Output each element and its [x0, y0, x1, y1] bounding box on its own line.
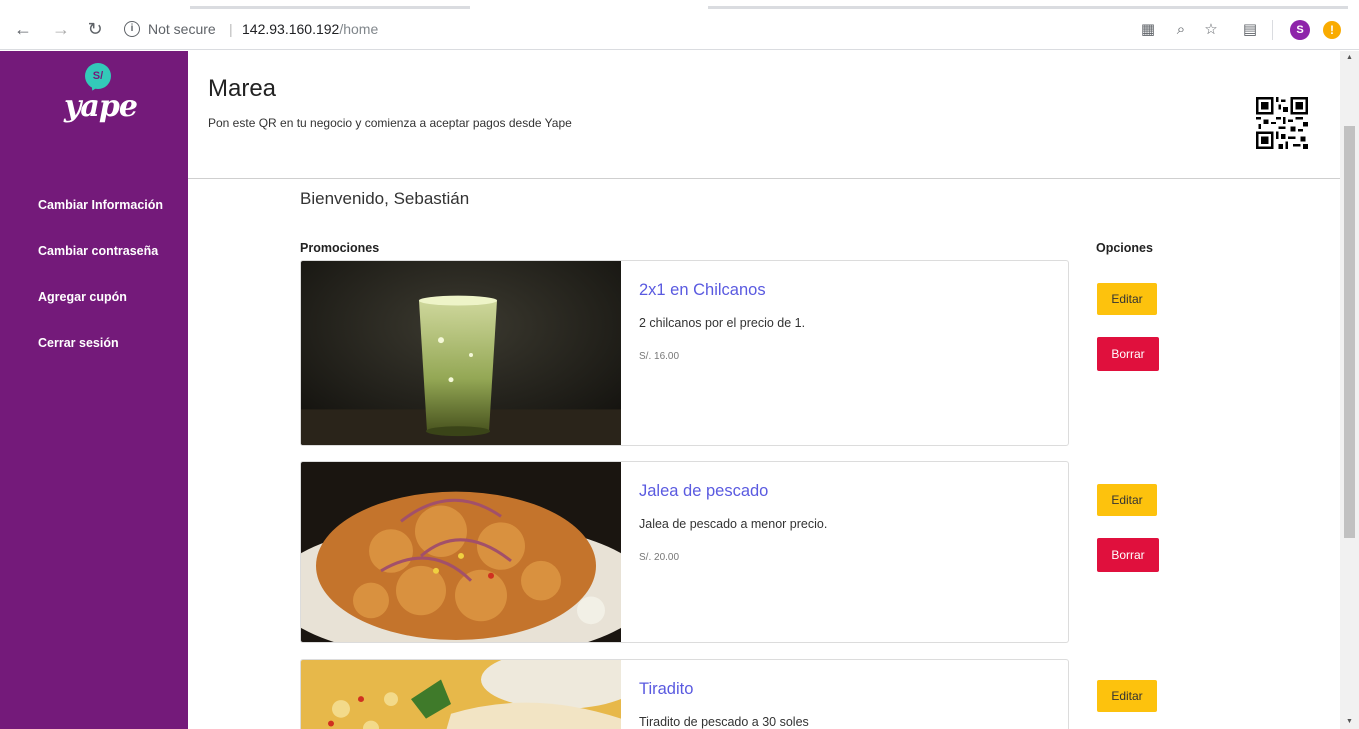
edit-button[interactable]: Editar: [1097, 680, 1157, 712]
url-host: 142.93.160.192: [242, 21, 340, 37]
promotion-image-tiradito: [301, 660, 621, 729]
promotion-card: Jalea de pescado Jalea de pescado a meno…: [300, 461, 1069, 643]
address-bar[interactable]: i Not secure | 142.93.160.192/home: [112, 14, 1352, 46]
url-text[interactable]: 142.93.160.192/home: [242, 21, 378, 37]
bookmark-star-icon[interactable]: ☆: [1201, 20, 1221, 40]
qr-code: [1256, 97, 1308, 149]
update-warning-icon[interactable]: !: [1323, 21, 1341, 39]
tab-edge: [190, 6, 470, 9]
promotion-image-chilcano: [301, 261, 621, 445]
edit-button[interactable]: Editar: [1097, 283, 1157, 315]
url-separator: |: [229, 21, 233, 37]
reload-icon[interactable]: ↻: [84, 18, 106, 40]
scroll-down-arrow-icon[interactable]: ▼: [1344, 717, 1355, 727]
zoom-icon[interactable]: ⌕: [1171, 20, 1191, 40]
tab-edge: [708, 6, 1348, 9]
promotion-title[interactable]: 2x1 en Chilcanos: [639, 281, 766, 300]
promotion-description: Tiradito de pescado a 30 soles: [639, 715, 809, 729]
promotion-title[interactable]: Tiradito: [639, 680, 693, 699]
back-icon[interactable]: ←: [12, 18, 34, 40]
page-scrollbar[interactable]: ▲ ▼: [1340, 51, 1359, 729]
promotion-description: 2 chilcanos por el precio de 1.: [639, 316, 806, 330]
scroll-up-arrow-icon[interactable]: ▲: [1344, 53, 1355, 63]
info-icon[interactable]: i: [124, 21, 140, 37]
welcome-message: Bienvenido, Sebastián: [300, 189, 470, 208]
promotion-price: S/. 20.00: [639, 552, 680, 563]
tab-strip: [0, 0, 1359, 10]
sidebar: S/ yape Cambiar Información Cambiar cont…: [0, 51, 188, 729]
toolbar-divider: [1272, 20, 1273, 40]
page-header: Marea Pon este QR en tu negocio y comien…: [188, 51, 1340, 179]
promotions-column-header: Promociones: [300, 241, 380, 255]
translate-icon[interactable]: ▦: [1138, 20, 1158, 40]
cast-icon[interactable]: ▤: [1240, 20, 1260, 40]
promotion-title[interactable]: Jalea de pescado: [639, 482, 768, 501]
options-column-header: Opciones: [1096, 241, 1153, 255]
url-path: /home: [339, 21, 379, 37]
sidebar-item-cambiar-informacion[interactable]: Cambiar Información: [38, 196, 163, 242]
browser-toolbar: ← → ↻ i Not secure | 142.93.160.192/home…: [0, 0, 1359, 50]
main-content: Bienvenido, Sebastián Promociones Opcion…: [188, 180, 1340, 729]
page-viewport: S/ yape Cambiar Información Cambiar cont…: [0, 51, 1359, 729]
logo-text: yape: [64, 89, 138, 124]
promotion-price: S/. 16.00: [639, 351, 680, 362]
logo-bubble: S/: [85, 63, 111, 89]
sidebar-item-agregar-cupon[interactable]: Agregar cupón: [38, 288, 163, 334]
promotion-card: Tiradito Tiradito de pescado a 30 soles: [300, 659, 1069, 729]
delete-button[interactable]: Borrar: [1097, 538, 1159, 572]
promotion-card: 2x1 en Chilcanos 2 chilcanos por el prec…: [300, 260, 1069, 446]
edit-button[interactable]: Editar: [1097, 484, 1157, 516]
sidebar-menu: Cambiar Información Cambiar contraseña A…: [38, 196, 163, 380]
profile-avatar[interactable]: S: [1290, 20, 1310, 40]
sidebar-item-cerrar-sesion[interactable]: Cerrar sesión: [38, 334, 163, 380]
header-subtitle: Pon este QR en tu negocio y comienza a a…: [208, 116, 572, 130]
promotion-description: Jalea de pescado a menor precio.: [639, 517, 828, 531]
business-name: Marea: [208, 75, 277, 102]
sidebar-item-cambiar-contrasena[interactable]: Cambiar contraseña: [38, 242, 163, 288]
yape-logo[interactable]: S/ yape: [60, 63, 138, 143]
promotion-image-jalea: [301, 462, 621, 642]
forward-icon[interactable]: →: [50, 18, 72, 40]
delete-button[interactable]: Borrar: [1097, 337, 1159, 371]
scroll-thumb[interactable]: [1344, 126, 1355, 538]
security-label: Not secure: [148, 21, 216, 37]
